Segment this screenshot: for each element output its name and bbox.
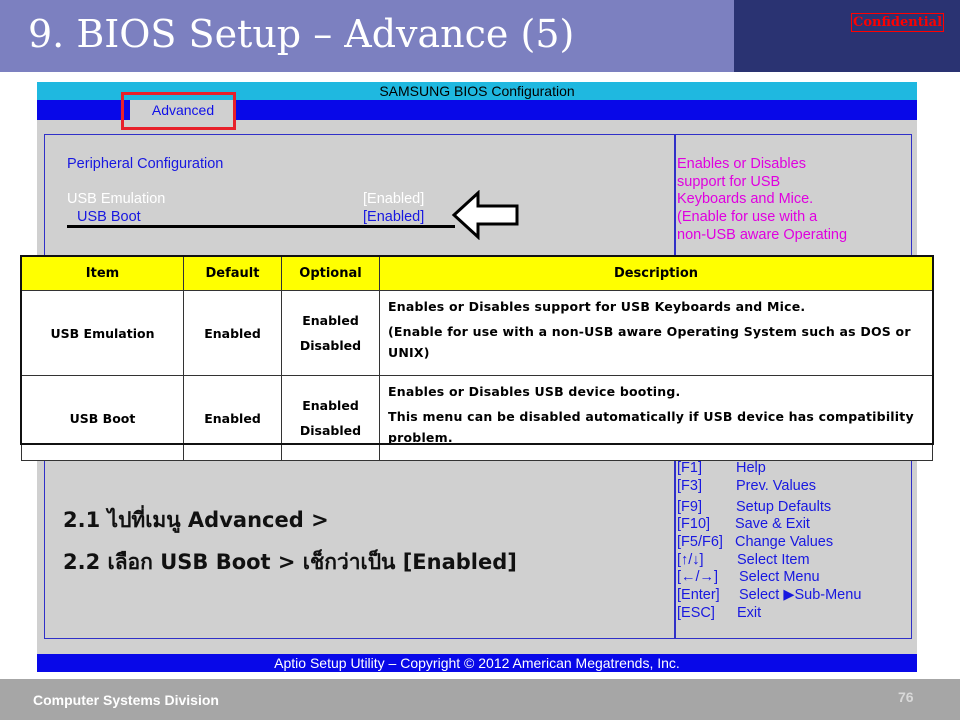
key-hint-action: Change Values [735,534,834,550]
underline-marker [67,225,455,228]
description-line: Enables or Disables USB device booting. [388,384,681,399]
key-hint-key: [F3] [677,478,702,494]
slide-header-accent [734,0,960,72]
page-number: 76 [898,689,914,705]
item-cell: USB Boot [21,375,184,461]
settings-description-table: Item Default Optional Description USB Em… [21,256,933,461]
description-cell: Enables or Disables USB device booting. … [379,375,933,461]
key-hint-key: [Enter] [677,587,720,603]
column-header: Description [379,256,933,291]
help-line: (Enable for use with a [677,209,818,225]
instruction-step: 2.2 เลือก USB Boot > เช็กว่าเป็น [Enable… [63,550,517,574]
item-cell: USB Emulation [21,290,184,376]
help-line: non-USB aware Operating [677,227,848,243]
key-hint-action: Select Menu [739,569,820,585]
key-hint-action: Select ▶Sub-Menu [739,587,862,603]
key-hint-action: Save & Exit [735,516,810,532]
instruction-step: 2.1 ไปที่เมนู Advanced > [63,508,329,532]
description-line: This menu can be disabled automatically … [388,409,914,445]
column-header: Optional [281,256,380,291]
footer-division-text: Computer Systems Division [33,692,219,708]
key-hint-key: [ESC] [677,605,715,621]
default-cell: Enabled [183,375,282,461]
help-line: Enables or Disables [677,156,806,172]
key-hint-key: [F1] [677,460,702,476]
slide-title: 9. BIOS Setup – Advance (5) [28,12,575,56]
section-heading: Peripheral Configuration [67,156,224,172]
tab-highlight-box [121,92,236,130]
menu-value-usb-emulation[interactable]: [Enabled] [363,190,424,208]
help-line: support for USB [677,174,781,190]
option-value: Enabled [302,398,359,413]
key-hint-action: Exit [737,605,762,621]
option-value: Disabled [299,423,362,438]
optional-cell: Enabled Disabled [281,290,380,376]
description-line: Enables or Disables support for USB Keyb… [388,299,806,314]
description-line: (Enable for use with a non-USB aware Ope… [388,324,911,360]
help-line: Keyboards and Mice. [677,191,814,207]
key-hint-key: [F9] [677,499,702,515]
menu-item-usb-emulation[interactable]: USB Emulation [67,190,165,208]
key-hint-key: [↑/↓] [677,552,704,568]
key-hint-key: [F10] [677,516,711,532]
optional-cell: Enabled Disabled [281,375,380,461]
key-hint-action: Select Item [737,552,810,568]
default-cell: Enabled [183,290,282,376]
table-row: USB Boot Enabled Enabled Disabled Enable… [21,375,933,461]
confidential-label: Confidential [851,13,945,32]
column-header: Default [183,256,282,291]
key-hint-action: Prev. Values [736,478,817,494]
key-hint-key: [F5/F6] [677,534,723,550]
key-hint-action: Help [736,460,766,476]
menu-value-usb-boot[interactable]: [Enabled] [363,208,424,226]
left-arrow-icon [451,190,519,240]
menu-item-usb-boot[interactable]: USB Boot [77,208,141,226]
bios-footer: Aptio Setup Utility – Copyright © 2012 A… [37,654,917,672]
option-value: Enabled [302,313,359,328]
column-header: Item [21,256,184,291]
table-row: USB Emulation Enabled Enabled Disabled E… [21,290,933,376]
key-hint-key: [←/→] [677,569,719,585]
key-hint-action: Setup Defaults [736,499,832,515]
option-value: Disabled [299,338,362,353]
description-cell: Enables or Disables support for USB Keyb… [379,290,933,376]
